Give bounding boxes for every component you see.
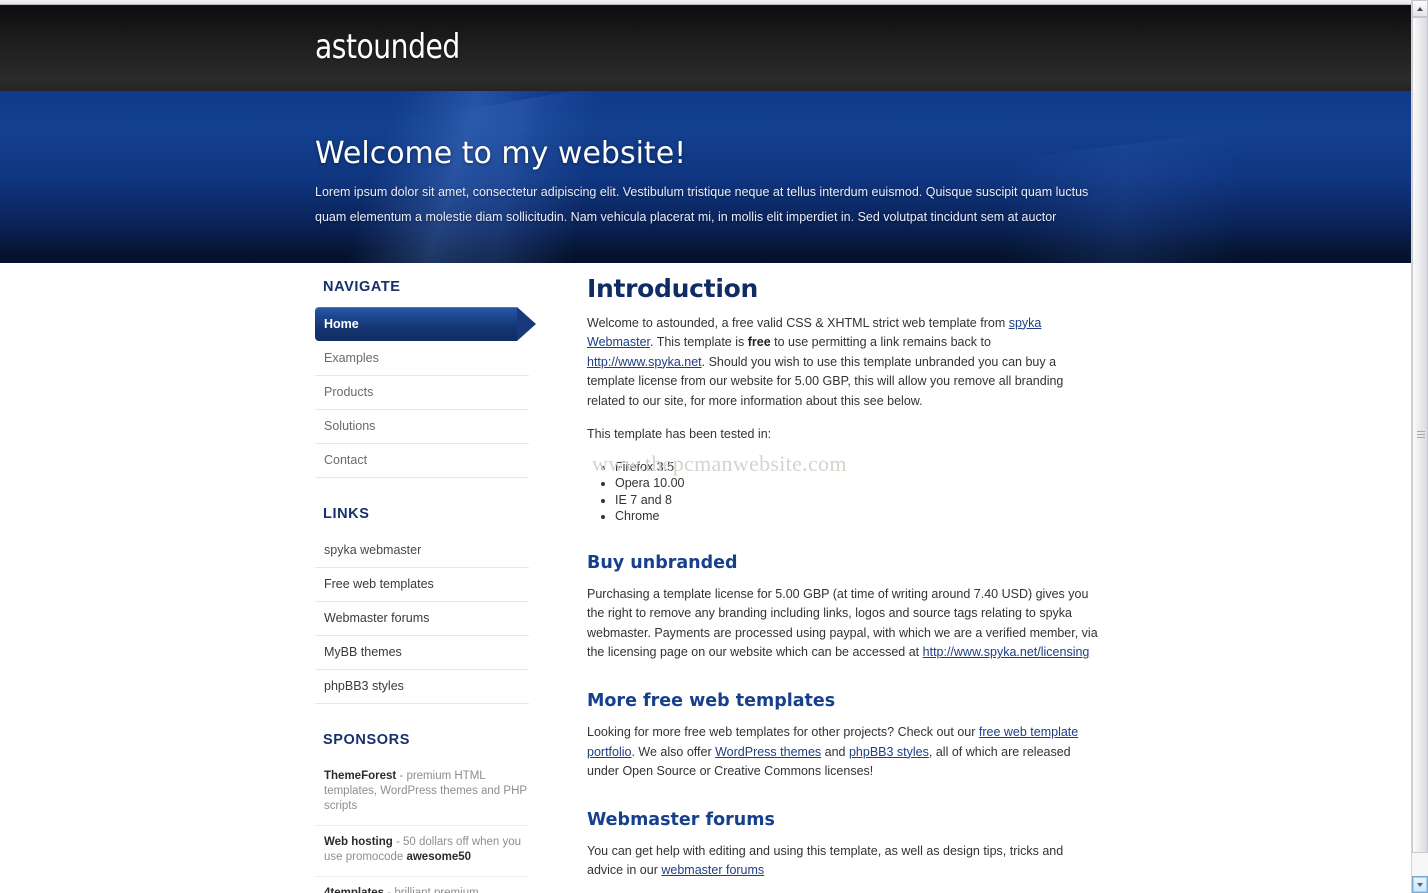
page-content: NAVIGATE Home Examples Products Solution… (0, 263, 1411, 893)
scrollbar-track[interactable] (1412, 17, 1428, 876)
section-heading-buy-unbranded: Buy unbranded (587, 552, 738, 573)
buy-paragraph: Purchasing a template license for 5.00 G… (587, 585, 1099, 663)
sidebar-item-label: Solutions (324, 419, 376, 433)
web-page: astounded Welcome to my website! Lorem i… (0, 5, 1411, 893)
sponsor-list: ThemeForest - premium HTML templates, Wo… (315, 760, 529, 893)
section-heading-introduction: Introduction (587, 274, 758, 303)
site-logo[interactable]: astounded (315, 30, 460, 64)
intro-paragraph: Welcome to astounded, a free valid CSS &… (587, 314, 1099, 412)
sidebar-item-home[interactable]: Home (315, 307, 536, 341)
sidebar-item-solutions[interactable]: Solutions (315, 410, 529, 444)
intro-text-a: Welcome to astounded, a free valid CSS &… (587, 315, 1009, 330)
forums-paragraph: You can get help with editing and using … (587, 842, 1099, 881)
link-label: Free web templates (324, 577, 434, 591)
more-paragraph: Looking for more free web templates for … (587, 723, 1099, 782)
sidebar-section-sponsors: SPONSORS ThemeForest - premium HTML temp… (315, 728, 529, 893)
sidebar-item-examples[interactable]: Examples (315, 342, 529, 376)
sponsor-promocode: awesome50 (406, 851, 472, 863)
sponsor-name: 4templates (324, 887, 385, 893)
list-item: IE 7 and 8 (615, 492, 1099, 509)
intro-text-b: . This template is (650, 335, 748, 349)
sidebar-heading-navigate: NAVIGATE (323, 279, 401, 295)
link-list: spyka webmaster Free web templates Webma… (315, 534, 529, 704)
nav-list: Home Examples Products Solutions Contact (315, 307, 536, 478)
hero-banner: Welcome to my website! Lorem ipsum dolor… (0, 91, 1411, 263)
list-item: Firefox 3.5 (615, 459, 1099, 476)
sidebar-item-label: Examples (324, 351, 379, 365)
banner-content: Welcome to my website! Lorem ipsum dolor… (315, 91, 1105, 230)
browser-list: Firefox 3.5 Opera 10.00 IE 7 and 8 Chrom… (587, 459, 1099, 525)
link-label: Webmaster forums (324, 611, 430, 625)
sidebar-item-label: Products (324, 385, 374, 399)
more-text-a: Looking for more free web templates for … (587, 725, 979, 739)
scroll-down-button[interactable] (1412, 876, 1428, 893)
link-webmaster-forums[interactable]: webmaster forums (661, 863, 764, 877)
list-item: Chrome (615, 508, 1099, 525)
sidebar-item-contact[interactable]: Contact (315, 444, 529, 478)
grip-icon (1417, 431, 1425, 439)
sidebar-link-webmaster-forums[interactable]: Webmaster forums (315, 602, 529, 636)
sidebar-heading-sponsors: SPONSORS (323, 732, 410, 748)
section-heading-webmaster-forums: Webmaster forums (587, 809, 775, 830)
more-text-c: and (821, 744, 849, 759)
more-text-b: . We also offer (631, 744, 716, 759)
sidebar: NAVIGATE Home Examples Products Solution… (315, 275, 536, 893)
sponsor-name: ThemeForest (324, 770, 397, 782)
chevron-down-icon (1417, 882, 1423, 887)
sidebar-item-products[interactable]: Products (315, 376, 529, 410)
banner-heading: Welcome to my website! (315, 136, 687, 171)
vertical-scrollbar[interactable] (1411, 0, 1428, 893)
intro-text-c: to use permitting a link remains back to (770, 335, 991, 349)
sidebar-item-label: Home (324, 317, 359, 331)
sidebar-section-navigate: NAVIGATE Home Examples Products Solution… (315, 275, 536, 478)
sidebar-heading-links: LINKS (323, 506, 370, 522)
sidebar-link-phpbb3-styles[interactable]: phpBB3 styles (315, 670, 529, 704)
chevron-up-icon (1417, 6, 1423, 11)
browser-viewport: astounded Welcome to my website! Lorem i… (0, 0, 1428, 893)
link-label: phpBB3 styles (324, 679, 404, 693)
site-header: astounded (0, 5, 1411, 91)
forums-text-a: You can get help with editing and using … (587, 843, 1064, 878)
sidebar-section-links: LINKS spyka webmaster Free web templates… (315, 502, 529, 704)
main-column: Introduction Welcome to astounded, a fre… (587, 275, 1099, 893)
intro-bold-free: free (747, 335, 771, 349)
link-label: MyBB themes (324, 645, 402, 659)
link-spyka-net[interactable]: http://www.spyka.net (587, 355, 702, 369)
sponsor-item-4templates[interactable]: 4templates - brilliant premium templates (315, 877, 529, 893)
nav-arrow-icon (517, 307, 536, 341)
link-phpbb3-styles[interactable]: phpBB3 styles (849, 745, 929, 759)
sidebar-link-free-web-templates[interactable]: Free web templates (315, 568, 529, 602)
sponsor-name: Web hosting (324, 836, 393, 848)
sidebar-link-mybb-themes[interactable]: MyBB themes (315, 636, 529, 670)
sidebar-link-spyka-webmaster[interactable]: spyka webmaster (315, 534, 529, 568)
link-spyka-licensing[interactable]: http://www.spyka.net/licensing (923, 645, 1090, 659)
link-wordpress-themes[interactable]: WordPress themes (715, 745, 821, 759)
sponsor-item-web-hosting[interactable]: Web hosting - 50 dollars off when you us… (315, 826, 529, 877)
sponsor-item-themeforest[interactable]: ThemeForest - premium HTML templates, Wo… (315, 760, 529, 826)
tested-in-label: This template has been tested in: (587, 427, 772, 441)
banner-paragraph: Lorem ipsum dolor sit amet, consectetur … (315, 185, 1089, 224)
sidebar-item-label: Contact (324, 453, 368, 467)
scroll-up-button[interactable] (1412, 0, 1428, 17)
list-item: Opera 10.00 (615, 475, 1099, 492)
scrollbar-thumb[interactable] (1412, 17, 1428, 853)
link-label: spyka webmaster (324, 543, 422, 557)
section-heading-more-free-web-templates: More free web templates (587, 690, 836, 711)
